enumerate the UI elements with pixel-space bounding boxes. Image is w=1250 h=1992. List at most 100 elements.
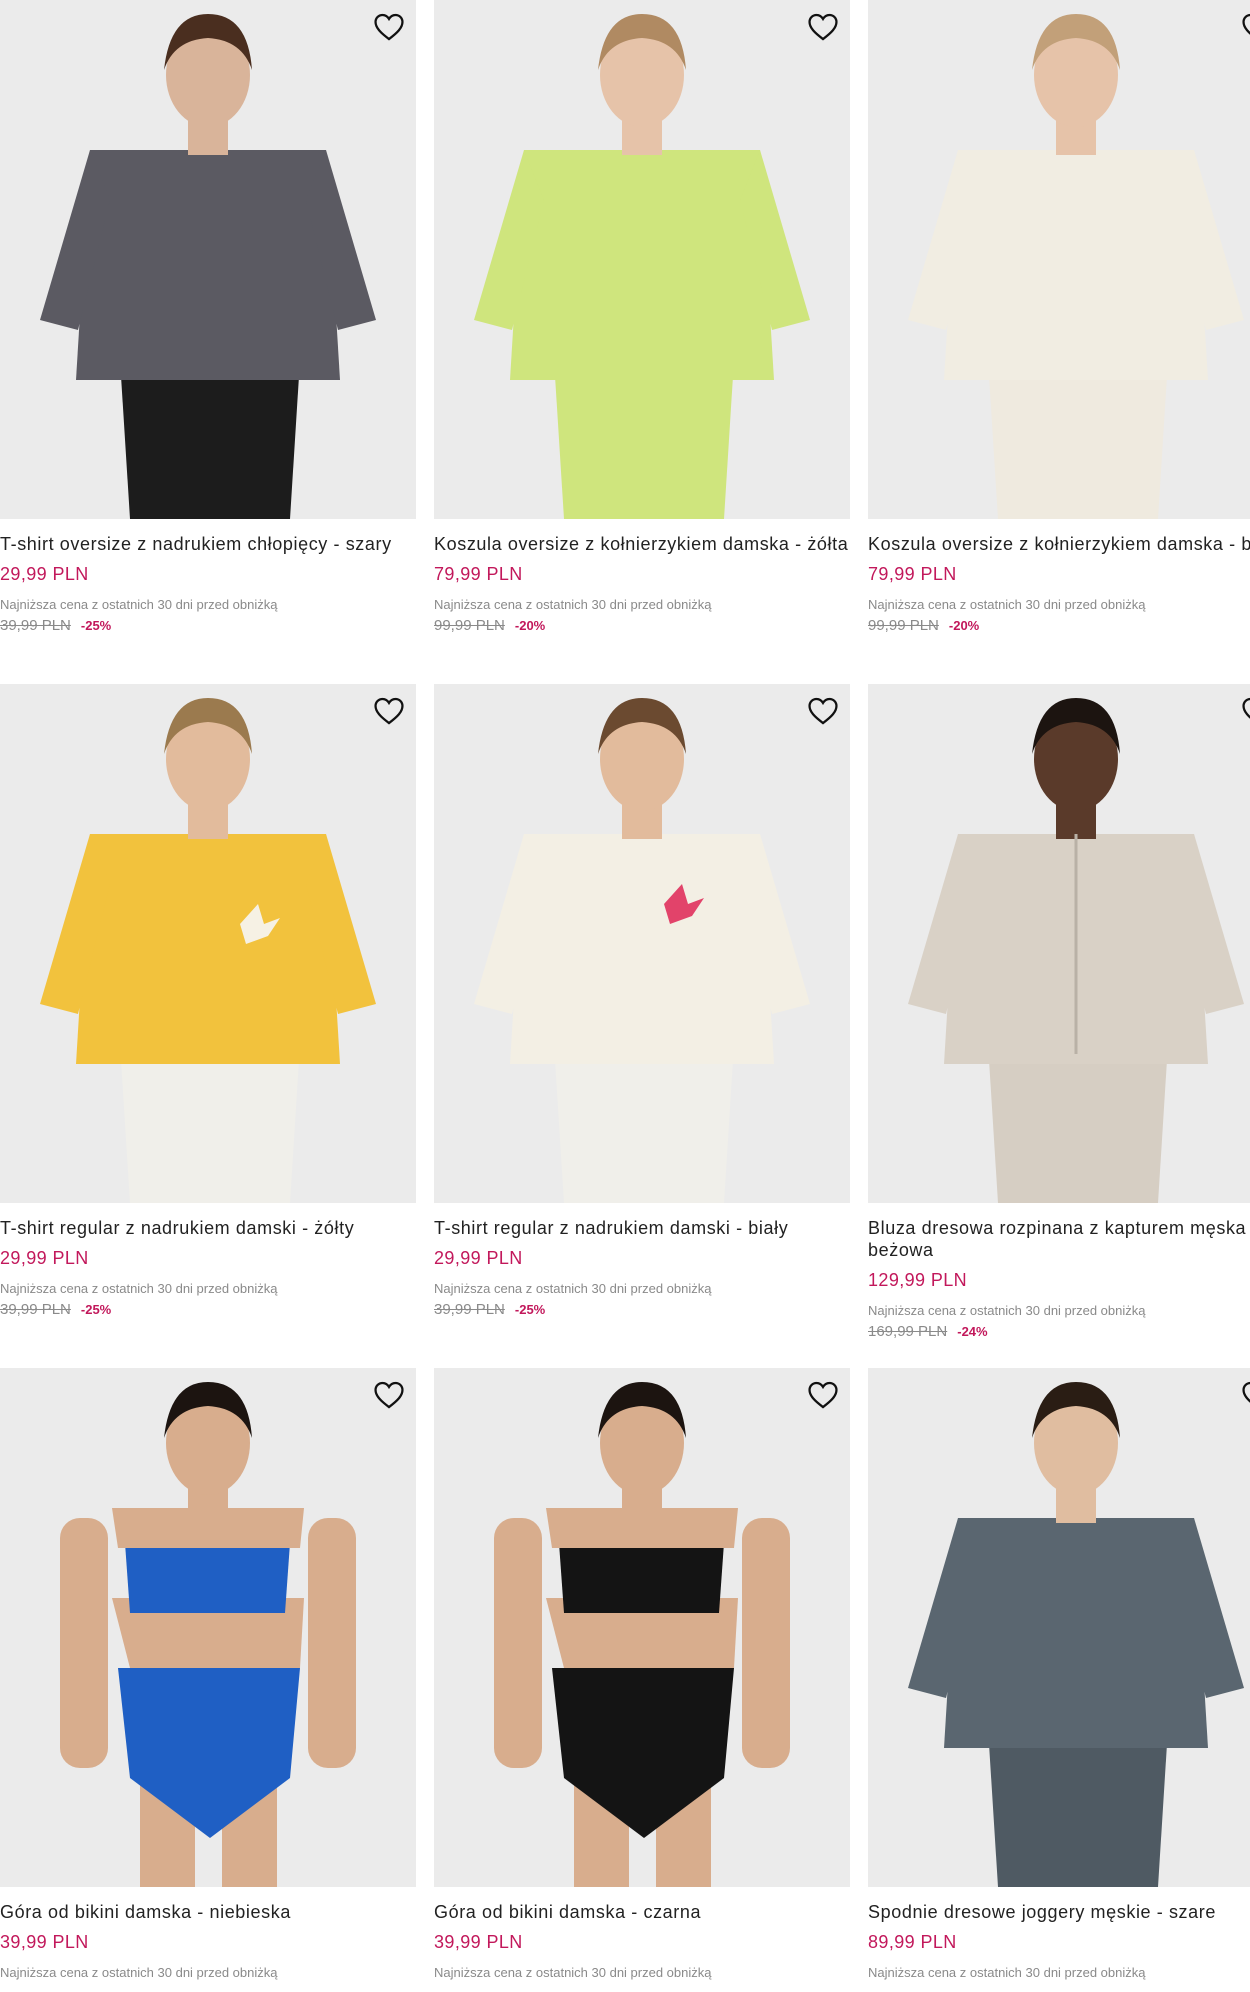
- discount-badge: -25%: [514, 1302, 546, 1317]
- product-price: 79,99 PLN: [868, 564, 957, 584]
- product-image[interactable]: [434, 0, 850, 519]
- old-price: 39,99 PLN: [0, 617, 71, 634]
- product-image[interactable]: [434, 684, 850, 1203]
- model-bottoms: [554, 1044, 734, 1203]
- lowest-price-label: Najniższa cena z ostatnich 30 dni przed …: [868, 1965, 1146, 1980]
- product-title[interactable]: Koszula oversize z kołnierzykiem damska …: [868, 533, 1250, 555]
- old-price: 39,99 PLN: [0, 1301, 71, 1318]
- heart-outline-icon[interactable]: [806, 694, 840, 728]
- model-bottoms: [988, 1044, 1168, 1203]
- product-image[interactable]: [0, 684, 416, 1203]
- model-top: [944, 150, 1208, 380]
- product-price: 79,99 PLN: [434, 564, 523, 584]
- model-top: [76, 834, 340, 1064]
- heart-outline-icon[interactable]: [372, 1378, 406, 1412]
- old-price-row: 39,99 PLN -25%: [434, 1301, 850, 1319]
- model-bottoms: [988, 360, 1168, 519]
- old-price-row: 39,99 PLN -25%: [0, 617, 416, 635]
- product-card[interactable]: Koszula oversize z kołnierzykiem damska …: [868, 0, 1250, 635]
- product-image[interactable]: [868, 1368, 1250, 1887]
- model-bottoms: [120, 360, 300, 519]
- discount-badge: -25%: [80, 1302, 112, 1317]
- product-price: 39,99 PLN: [434, 1932, 523, 1952]
- product-card[interactable]: Spodnie dresowe joggery męskie - szare 8…: [868, 1368, 1250, 1981]
- heart-outline-icon[interactable]: [806, 10, 840, 44]
- model-top: [510, 834, 774, 1064]
- product-title[interactable]: Góra od bikini damska - czarna: [434, 1901, 850, 1923]
- model-arm: [308, 1518, 356, 1768]
- model-top: [510, 150, 774, 380]
- product-card[interactable]: Góra od bikini damska - niebieska 39,99 …: [0, 1368, 416, 1981]
- model-figure: [40, 14, 376, 519]
- heart-outline-icon[interactable]: [1240, 1378, 1250, 1412]
- model-figure: [908, 1382, 1244, 1887]
- product-title[interactable]: T-shirt oversize z nadrukiem chłopięcy -…: [0, 533, 416, 555]
- product-image[interactable]: [434, 1368, 850, 1887]
- lowest-price-label: Najniższa cena z ostatnich 30 dni przed …: [434, 1965, 712, 1980]
- lowest-price-label: Najniższa cena z ostatnich 30 dni przed …: [0, 597, 278, 612]
- product-price: 39,99 PLN: [0, 1932, 89, 1952]
- model-bottoms: [120, 1044, 300, 1203]
- product-title[interactable]: Bluza dresowa rozpinana z kapturem męska…: [868, 1217, 1250, 1261]
- product-card[interactable]: T-shirt regular z nadrukiem damski - bia…: [434, 684, 850, 1319]
- old-price-row: 39,99 PLN -25%: [0, 1301, 416, 1319]
- bikini-top: [559, 1543, 724, 1613]
- product-price: 129,99 PLN: [868, 1270, 968, 1290]
- lowest-price-label: Najniższa cena z ostatnich 30 dni przed …: [0, 1281, 278, 1296]
- discount-badge: -25%: [80, 618, 112, 633]
- heart-outline-icon[interactable]: [1240, 694, 1250, 728]
- bikini-top: [125, 1543, 290, 1613]
- product-image[interactable]: [868, 684, 1250, 1203]
- model-figure: [60, 1382, 356, 1887]
- product-card[interactable]: Góra od bikini damska - czarna 39,99 PLN…: [434, 1368, 850, 1981]
- heart-outline-icon[interactable]: [372, 10, 406, 44]
- model-figure: [494, 1382, 790, 1887]
- product-price: 29,99 PLN: [434, 1248, 523, 1268]
- old-price: 169,99 PLN: [868, 1323, 948, 1340]
- product-title[interactable]: Spodnie dresowe joggery męskie - szare: [868, 1901, 1250, 1923]
- heart-outline-icon[interactable]: [372, 694, 406, 728]
- model-arm: [60, 1518, 108, 1768]
- lowest-price-label: Najniższa cena z ostatnich 30 dni przed …: [434, 597, 712, 612]
- model-arm: [494, 1518, 542, 1768]
- product-grid: T-shirt oversize z nadrukiem chłopięcy -…: [0, 0, 1250, 1992]
- model-figure: [908, 14, 1244, 519]
- model-arm: [742, 1518, 790, 1768]
- product-title[interactable]: Góra od bikini damska - niebieska: [0, 1901, 416, 1923]
- heart-outline-icon[interactable]: [806, 1378, 840, 1412]
- old-price: 39,99 PLN: [434, 1301, 505, 1318]
- discount-badge: -20%: [948, 618, 980, 633]
- model-figure: [474, 698, 810, 1203]
- old-price-row: 99,99 PLN -20%: [434, 617, 850, 635]
- product-title[interactable]: Koszula oversize z kołnierzykiem damska …: [434, 533, 850, 555]
- lowest-price-label: Najniższa cena z ostatnich 30 dni przed …: [0, 1965, 278, 1980]
- discount-badge: -24%: [957, 1324, 988, 1339]
- product-card[interactable]: Bluza dresowa rozpinana z kapturem męska…: [868, 684, 1250, 1341]
- product-title[interactable]: T-shirt regular z nadrukiem damski - żół…: [0, 1217, 416, 1239]
- old-price: 99,99 PLN: [434, 617, 505, 634]
- product-card[interactable]: Koszula oversize z kołnierzykiem damska …: [434, 0, 850, 635]
- product-card[interactable]: T-shirt oversize z nadrukiem chłopięcy -…: [0, 0, 416, 635]
- product-image[interactable]: [0, 1368, 416, 1887]
- model-top: [944, 1518, 1208, 1748]
- product-card[interactable]: T-shirt regular z nadrukiem damski - żół…: [0, 684, 416, 1319]
- old-price: 99,99 PLN: [868, 617, 939, 634]
- discount-badge: -20%: [514, 618, 546, 633]
- model-figure: [40, 698, 376, 1203]
- model-figure: [474, 14, 810, 519]
- product-price: 89,99 PLN: [868, 1932, 957, 1952]
- product-image[interactable]: [868, 0, 1250, 519]
- lowest-price-label: Najniższa cena z ostatnich 30 dni przed …: [868, 597, 1146, 612]
- lowest-price-label: Najniższa cena z ostatnich 30 dni przed …: [434, 1281, 712, 1296]
- heart-outline-icon[interactable]: [1240, 10, 1250, 44]
- product-price: 29,99 PLN: [0, 1248, 89, 1268]
- old-price-row: 99,99 PLN -20%: [868, 617, 1250, 635]
- model-bottoms: [554, 360, 734, 519]
- model-figure: [908, 698, 1244, 1203]
- old-price-row: 169,99 PLN -24%: [868, 1323, 1250, 1341]
- product-title[interactable]: T-shirt regular z nadrukiem damski - bia…: [434, 1217, 850, 1239]
- model-top: [76, 150, 340, 380]
- product-price: 29,99 PLN: [0, 564, 89, 584]
- lowest-price-label: Najniższa cena z ostatnich 30 dni przed …: [868, 1303, 1146, 1318]
- product-image[interactable]: [0, 0, 416, 519]
